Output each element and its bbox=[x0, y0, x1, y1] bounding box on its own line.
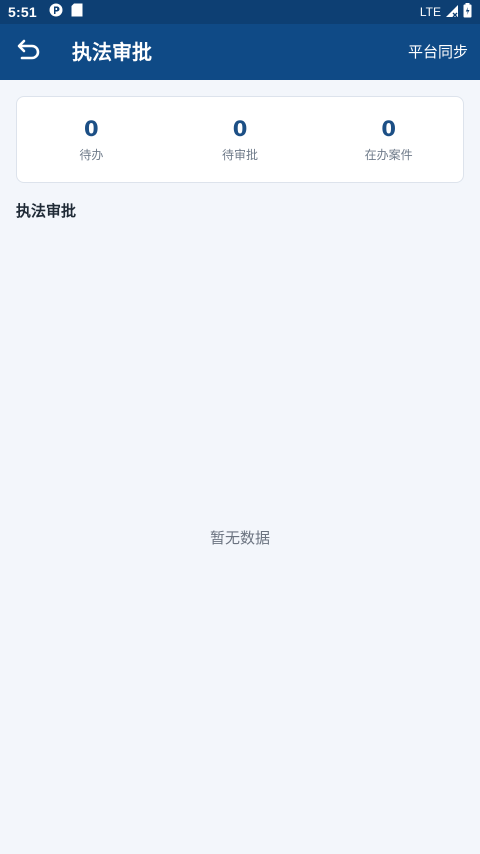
app-bar: 执法审批 平台同步 bbox=[0, 24, 480, 80]
battery-icon bbox=[463, 3, 472, 21]
stat-pending-approval[interactable]: 0 待审批 bbox=[166, 97, 315, 182]
network-type: LTE bbox=[419, 5, 441, 19]
stat-label: 在办案件 bbox=[364, 147, 413, 162]
empty-state-text: 暂无数据 bbox=[209, 529, 270, 547]
status-time: 5:51 bbox=[8, 4, 37, 20]
status-left-icons bbox=[49, 3, 83, 22]
stat-active-cases[interactable]: 0 在办案件 bbox=[314, 97, 463, 182]
stats-card: 0 待办 0 待审批 0 在办案件 bbox=[16, 96, 464, 183]
stat-todo[interactable]: 0 待办 bbox=[17, 97, 166, 182]
app-notification-icon bbox=[49, 3, 63, 22]
status-right: LTE bbox=[420, 3, 472, 21]
stat-value: 0 bbox=[232, 116, 248, 141]
section-title: 执法审批 bbox=[16, 202, 77, 220]
stat-value: 0 bbox=[381, 116, 396, 141]
back-button[interactable] bbox=[10, 33, 48, 71]
page-title: 执法审批 bbox=[72, 40, 152, 64]
back-arrow-icon bbox=[16, 39, 42, 65]
stat-label: 待审批 bbox=[222, 147, 259, 162]
platform-sync-button[interactable]: 平台同步 bbox=[408, 24, 468, 80]
sd-card-icon bbox=[71, 3, 83, 22]
signal-icon bbox=[445, 4, 459, 21]
stat-label: 待办 bbox=[79, 147, 104, 162]
stat-value: 0 bbox=[84, 116, 99, 141]
status-bar: 5:51 LTE bbox=[0, 0, 480, 24]
